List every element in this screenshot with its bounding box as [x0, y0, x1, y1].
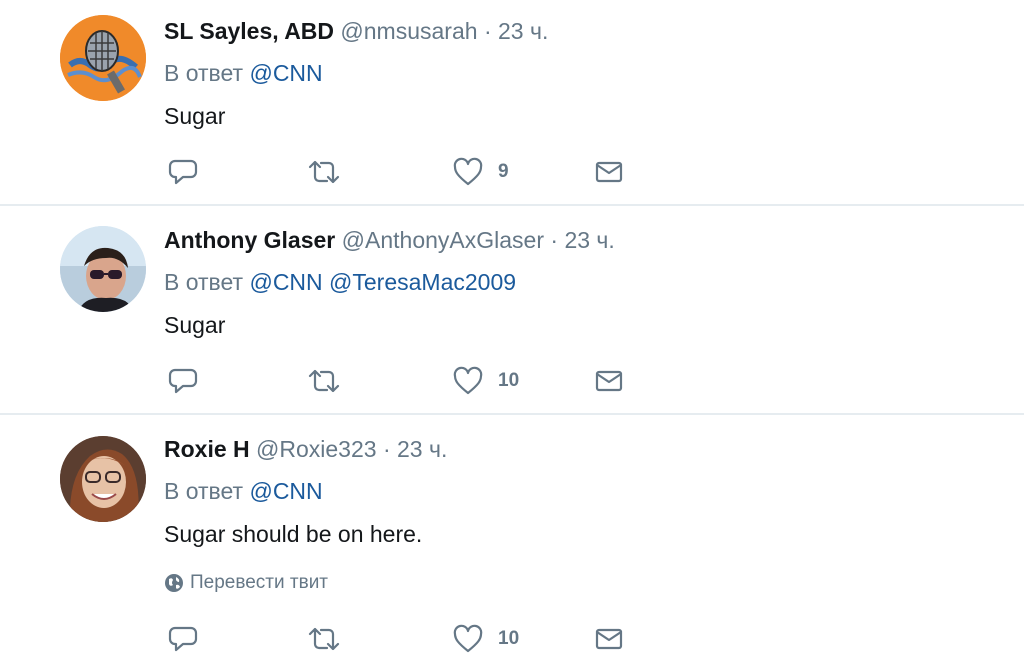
retweet-icon — [308, 160, 340, 184]
microphone-avatar-image — [60, 15, 146, 101]
separator-dot: · — [483, 18, 492, 44]
like-button[interactable]: 10 — [452, 364, 519, 398]
avatar[interactable] — [60, 226, 146, 312]
user-avatar-image — [60, 226, 146, 312]
reply-context: В ответ @CNN — [164, 58, 323, 88]
tweet-text: Sugar should be on here. — [164, 521, 423, 547]
reply-icon — [168, 159, 198, 185]
translate-label: Перевести твит — [190, 572, 329, 593]
reply-prefix: В ответ — [164, 478, 244, 504]
tweet-2[interactable]: Anthony Glaser @AnthonyAxGlaser · 23 ч. … — [0, 206, 1024, 414]
envelope-icon — [595, 628, 623, 650]
envelope-icon — [595, 370, 623, 392]
envelope-icon — [595, 161, 623, 183]
retweet-icon — [308, 369, 340, 393]
author-name[interactable]: Roxie H — [164, 436, 250, 462]
timestamp[interactable]: 23 ч. — [564, 227, 614, 253]
retweet-button[interactable] — [307, 622, 341, 656]
retweet-icon — [308, 627, 340, 651]
tweet-actions: 10 — [164, 364, 644, 398]
separator-dot: · — [382, 436, 391, 462]
timestamp[interactable]: 23 ч. — [397, 436, 447, 462]
tweet-actions: 9 — [164, 155, 644, 189]
tweet-1[interactable]: SL Sayles, ABD @nmsusarah · 23 ч. В отве… — [0, 0, 1024, 204]
reply-button[interactable] — [168, 155, 198, 189]
tweet-actions: 10 — [164, 622, 644, 656]
tweet-text: Sugar — [164, 312, 226, 338]
tweet-header: SL Sayles, ABD @nmsusarah · 23 ч. — [164, 16, 548, 46]
heart-icon — [453, 624, 483, 653]
tweet-header: Anthony Glaser @AnthonyAxGlaser · 23 ч. — [164, 225, 615, 255]
like-count: 10 — [498, 628, 520, 649]
globe-icon — [165, 574, 183, 592]
tweet-3[interactable]: Roxie H @Roxie323 · 23 ч. В ответ @CNN S… — [0, 415, 1024, 669]
reply-context: В ответ @CNN @TeresaMac2009 — [164, 267, 516, 297]
timestamp[interactable]: 23 ч. — [498, 18, 548, 44]
reply-button[interactable] — [168, 364, 198, 398]
heart-icon — [453, 366, 483, 395]
reply-context: В ответ @CNN — [164, 476, 323, 506]
author-handle[interactable]: @Roxie323 — [256, 436, 377, 462]
reply-button[interactable] — [168, 622, 198, 656]
retweet-button[interactable] — [307, 155, 341, 189]
author-handle[interactable]: @nmsusarah — [340, 18, 477, 44]
tweet-text: Sugar — [164, 103, 226, 129]
direct-message-button[interactable] — [594, 622, 624, 656]
author-name[interactable]: SL Sayles, ABD — [164, 18, 334, 44]
retweet-button[interactable] — [307, 364, 341, 398]
mention-link[interactable]: @CNN — [249, 478, 322, 504]
like-count: 10 — [498, 370, 520, 391]
reply-icon — [168, 626, 198, 652]
avatar[interactable] — [60, 15, 146, 101]
like-button[interactable]: 10 — [452, 622, 519, 656]
translate-tweet-link[interactable]: Перевести твит — [164, 571, 328, 595]
reply-icon — [168, 368, 198, 394]
author-name[interactable]: Anthony Glaser — [164, 227, 335, 253]
heart-icon — [453, 157, 483, 186]
mention-link[interactable]: @CNN — [249, 269, 322, 295]
avatar[interactable] — [60, 436, 146, 522]
reply-prefix: В ответ — [164, 60, 244, 86]
mention-link[interactable]: @CNN — [249, 60, 322, 86]
direct-message-button[interactable] — [594, 155, 624, 189]
mention-link[interactable]: @TeresaMac2009 — [329, 269, 516, 295]
tweet-header: Roxie H @Roxie323 · 23 ч. — [164, 434, 447, 464]
direct-message-button[interactable] — [594, 364, 624, 398]
reply-prefix: В ответ — [164, 269, 244, 295]
author-handle[interactable]: @AnthonyAxGlaser — [342, 227, 544, 253]
separator-dot: · — [550, 227, 559, 253]
user-avatar-image — [60, 436, 146, 522]
like-count: 9 — [498, 161, 509, 182]
like-button[interactable]: 9 — [452, 155, 509, 189]
